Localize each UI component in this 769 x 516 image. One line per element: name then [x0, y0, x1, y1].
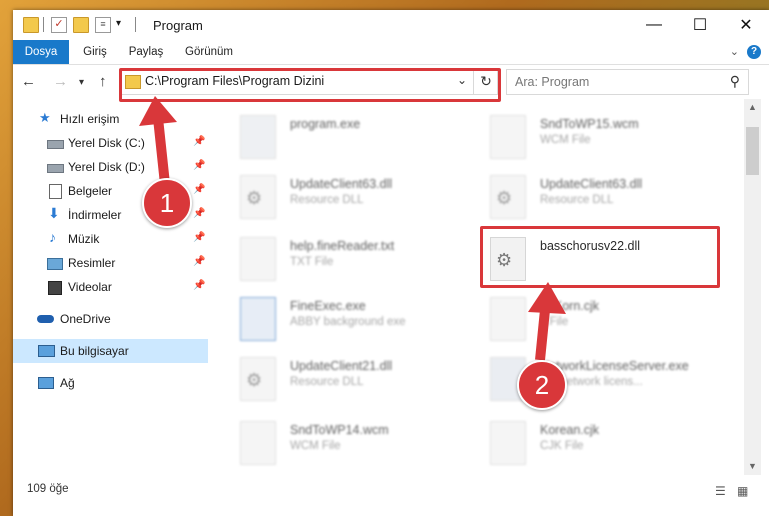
- step-1-badge: 1: [142, 178, 192, 228]
- arrow-2-head: [528, 282, 566, 314]
- step-2-badge: 2: [517, 360, 567, 410]
- arrow-1-head: [139, 96, 177, 126]
- arrow-1-shaft: [153, 117, 170, 185]
- annotation-arrows: [139, 96, 566, 361]
